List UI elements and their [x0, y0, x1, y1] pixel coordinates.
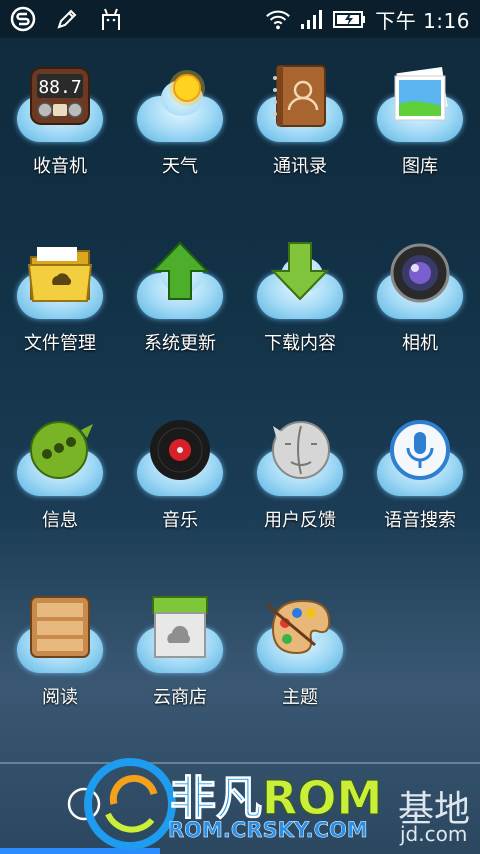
s-logo-icon [10, 6, 36, 32]
messages-icon [30, 421, 93, 479]
status-time: 下午 1:16 [375, 8, 470, 33]
battery-icon [333, 6, 367, 32]
app-label: 文件管理 [24, 333, 96, 354]
app-label: 信息 [42, 510, 78, 531]
app-cloud-store[interactable]: 云商店 [120, 589, 240, 766]
app-label: 阅读 [42, 687, 78, 708]
signal-icon [299, 6, 325, 32]
gallery-icon [394, 66, 448, 121]
app-file-manager[interactable]: 文件管理 [0, 235, 120, 412]
app-radio[interactable]: 88.7 收音机 [0, 58, 120, 235]
status-bar: 下午 1:16 [0, 0, 480, 38]
app-label: 音乐 [162, 510, 198, 531]
app-label: 系统更新 [144, 333, 216, 354]
app-label: 下载内容 [264, 333, 336, 354]
app-label: 通讯录 [273, 156, 327, 177]
palette-icon [266, 599, 331, 655]
feedback-icon [272, 421, 330, 479]
radio-icon: 88.7 [30, 67, 90, 125]
app-label: 天气 [162, 156, 198, 177]
app-contacts[interactable]: 通讯录 [240, 58, 360, 235]
app-camera[interactable]: 相机 [360, 235, 480, 412]
folder-icon [27, 247, 93, 302]
app-downloads[interactable]: 下载内容 [240, 235, 360, 412]
pen-icon [54, 6, 80, 32]
app-feedback[interactable]: 用户反馈 [240, 412, 360, 589]
app-voice-search[interactable]: 语音搜索 [360, 412, 480, 589]
app-label: 云商店 [153, 687, 207, 708]
app-label: 图库 [402, 156, 438, 177]
app-themes[interactable]: 主题 [240, 589, 360, 766]
wifi-icon [265, 6, 291, 32]
android-icon [98, 6, 124, 32]
app-weather[interactable]: 天气 [120, 58, 240, 235]
app-grid: 88.7 收音机 天气 通讯录 图库 文件管理 系统更新 下载内容 相机 信息 … [0, 58, 480, 766]
watermark-logo-icon [84, 758, 176, 850]
app-system-update[interactable]: 系统更新 [120, 235, 240, 412]
camera-icon [390, 243, 450, 303]
bookshelf-icon [30, 596, 90, 658]
svg-text:88.7: 88.7 [38, 77, 81, 98]
music-icon [150, 420, 210, 480]
app-label: 相机 [402, 333, 438, 354]
contacts-icon [273, 65, 326, 127]
app-music[interactable]: 音乐 [120, 412, 240, 589]
voice-search-icon [390, 420, 450, 480]
watermark-url: ROM.CRSKY.COM [168, 818, 368, 843]
download-arrow-icon [270, 242, 330, 301]
update-arrow-icon [150, 241, 210, 300]
app-gallery[interactable]: 图库 [360, 58, 480, 235]
weather-icon [169, 70, 205, 106]
app-label: 语音搜索 [384, 510, 456, 531]
app-label: 收音机 [33, 156, 87, 177]
app-messages[interactable]: 信息 [0, 412, 120, 589]
app-label: 主题 [282, 687, 318, 708]
app-label: 用户反馈 [264, 510, 336, 531]
app-reading[interactable]: 阅读 [0, 589, 120, 766]
store-icon [152, 596, 208, 658]
watermark-right-sub: jd.com [400, 822, 468, 846]
